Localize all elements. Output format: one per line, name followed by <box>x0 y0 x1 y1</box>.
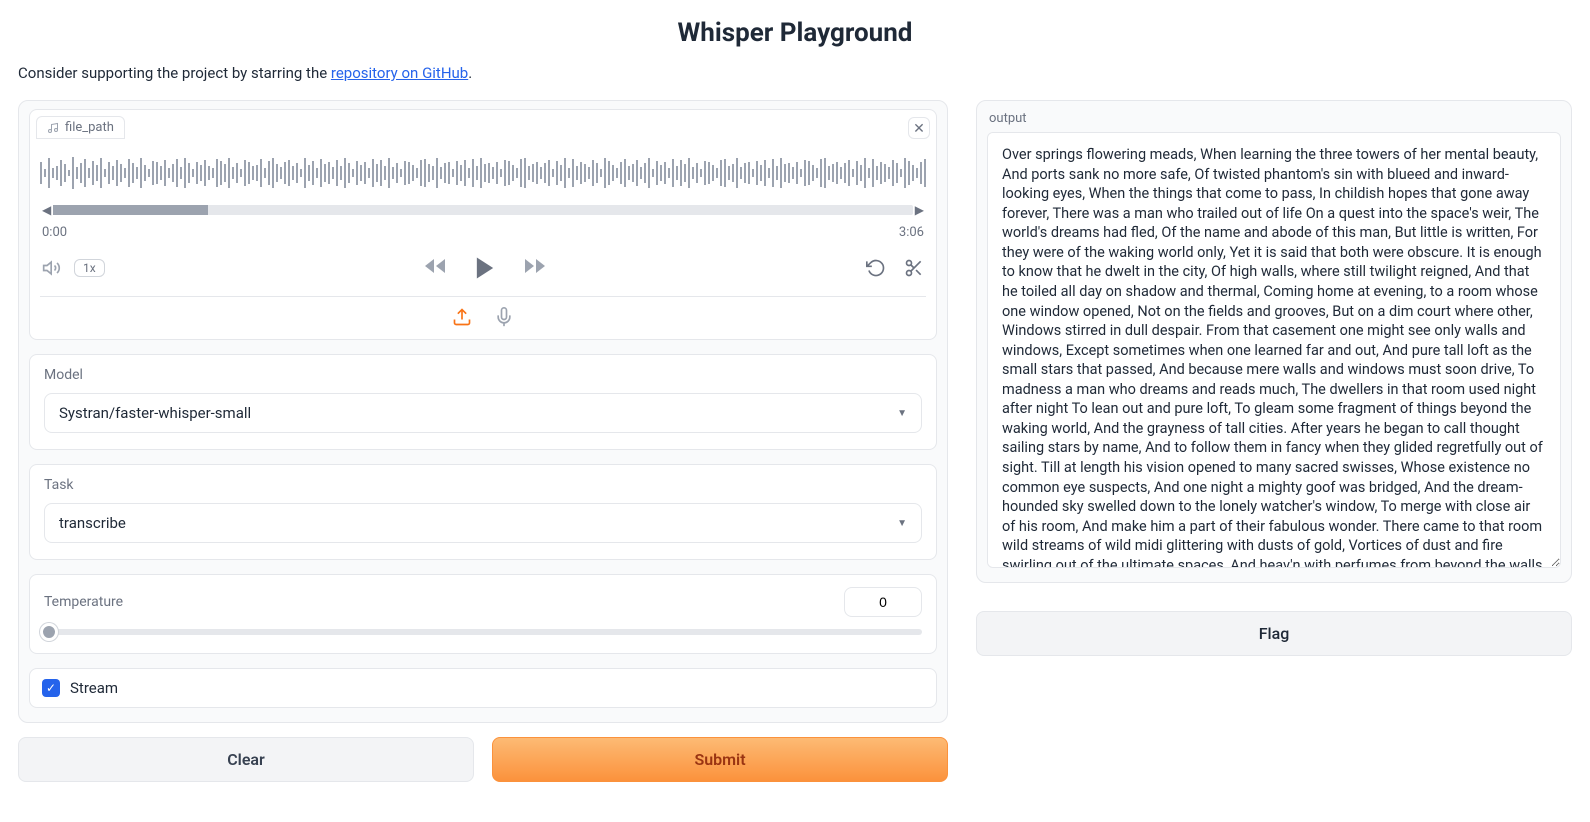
clear-button[interactable]: Clear <box>18 737 474 782</box>
audio-close-button[interactable]: ✕ <box>908 117 930 139</box>
temperature-input[interactable] <box>844 587 922 617</box>
input-panel: file_path ✕ ◀ ▶ <box>18 100 948 723</box>
audio-seek-track[interactable] <box>53 205 913 215</box>
music-note-icon <box>47 122 59 134</box>
temperature-label: Temperature <box>44 594 123 610</box>
subtitle-suffix: . <box>468 64 472 82</box>
task-select[interactable]: transcribe ▼ <box>44 503 922 543</box>
microphone-icon[interactable] <box>494 307 514 327</box>
upload-icon[interactable] <box>452 307 472 327</box>
seek-fwd-arrow-icon[interactable]: ▶ <box>913 203 926 217</box>
task-label: Task <box>44 477 922 493</box>
temperature-slider[interactable] <box>44 629 922 635</box>
chevron-down-icon: ▼ <box>897 408 907 419</box>
volume-icon[interactable] <box>42 258 62 278</box>
model-value: Systran/faster-whisper-small <box>59 404 251 422</box>
close-icon: ✕ <box>913 121 925 135</box>
stream-checkbox[interactable]: ✓ <box>42 679 60 697</box>
subtitle: Consider supporting the project by starr… <box>18 58 1572 100</box>
model-label: Model <box>44 367 922 383</box>
seek-back-arrow-icon[interactable]: ◀ <box>40 203 53 217</box>
audio-seek-fill <box>53 205 208 215</box>
playback-speed[interactable]: 1x <box>74 259 105 277</box>
model-field: Model Systran/faster-whisper-small ▼ <box>29 354 937 450</box>
submit-button[interactable]: Submit <box>492 737 948 782</box>
check-icon: ✓ <box>46 681 56 695</box>
flag-button[interactable]: Flag <box>976 611 1572 656</box>
audio-file-chip[interactable]: file_path <box>36 116 125 139</box>
task-field: Task transcribe ▼ <box>29 464 937 560</box>
output-panel: output Over springs flowering meads, Whe… <box>976 100 1572 583</box>
repo-link[interactable]: repository on GitHub <box>331 64 468 82</box>
audio-file-label: file_path <box>65 120 114 135</box>
audio-time-current: 0:00 <box>42 225 67 240</box>
chevron-down-icon: ▼ <box>897 518 907 529</box>
task-value: transcribe <box>59 514 126 532</box>
fast-forward-icon[interactable] <box>523 254 547 282</box>
temperature-slider-thumb[interactable] <box>40 623 58 641</box>
play-icon[interactable] <box>471 254 499 282</box>
stream-checkbox-label[interactable]: ✓ Stream <box>42 679 924 697</box>
stream-field: ✓ Stream <box>29 668 937 708</box>
audio-time-total: 3:06 <box>899 225 924 240</box>
model-select[interactable]: Systran/faster-whisper-small ▼ <box>44 393 922 433</box>
rewind-icon[interactable] <box>423 254 447 282</box>
subtitle-text: Consider supporting the project by starr… <box>18 64 331 82</box>
audio-waveform[interactable] <box>40 145 926 201</box>
output-textbox[interactable]: Over springs flowering meads, When learn… <box>987 132 1561 568</box>
undo-icon[interactable] <box>866 258 886 278</box>
temperature-field: Temperature <box>29 574 937 654</box>
stream-label-text: Stream <box>70 679 118 697</box>
trim-icon[interactable] <box>904 258 924 278</box>
audio-card: file_path ✕ ◀ ▶ <box>29 109 937 340</box>
page-title: Whisper Playground <box>18 0 1572 58</box>
output-label: output <box>987 109 1561 132</box>
